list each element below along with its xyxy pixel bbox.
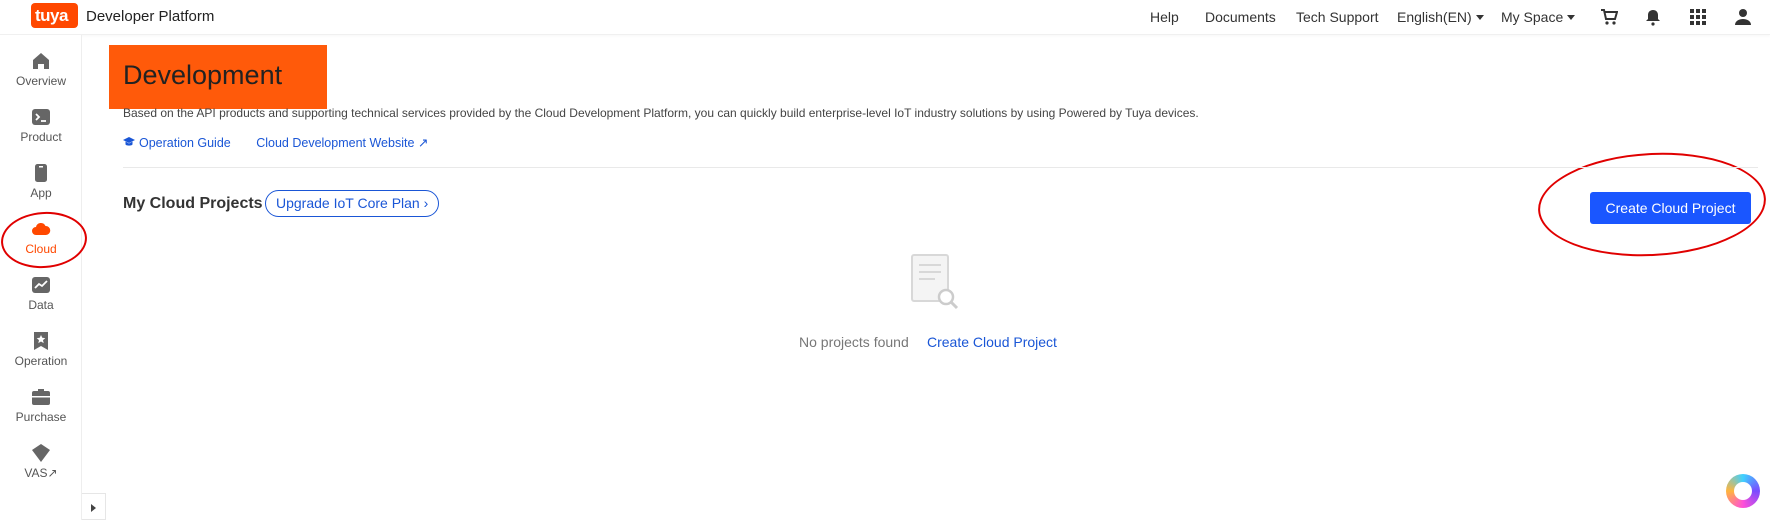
cart-icon[interactable] (1597, 5, 1621, 29)
cloud-website-label: Cloud Development Website (256, 136, 415, 150)
sidebar-item-label: App (30, 186, 52, 200)
sidebar-item-product[interactable]: Product (0, 107, 82, 159)
sidebar-item-label: Overview (15, 74, 66, 88)
language-select[interactable]: English(EN) (1397, 9, 1484, 25)
operation-guide-label: Operation Guide (139, 136, 231, 150)
bell-icon[interactable] (1641, 5, 1665, 29)
sidebar: Overview Product App Cloud Data Operatio… (0, 35, 82, 520)
sidebar-item-label: Operation (14, 354, 68, 368)
user-icon[interactable] (1731, 5, 1755, 29)
external-link-icon: ↗ (47, 466, 58, 480)
upgrade-plan-button[interactable]: Upgrade IoT Core Plan › (265, 190, 440, 217)
box-icon (32, 389, 50, 405)
my-space-menu[interactable]: My Space (1501, 9, 1576, 25)
sidebar-item-purchase[interactable]: Purchase (0, 387, 82, 439)
sidebar-item-vas[interactable]: VAS↗ (0, 443, 82, 495)
apps-grid-icon[interactable] (1686, 5, 1710, 29)
diamond-icon (32, 444, 50, 462)
logo-text: tuya (35, 6, 68, 25)
caret-down-icon (1567, 15, 1576, 20)
sidebar-item-label: VAS (24, 466, 48, 480)
external-link-icon: ↗ (417, 136, 429, 150)
cloud-website-link[interactable]: Cloud Development Website ↗ (256, 135, 428, 150)
page-title: Development (123, 60, 283, 90)
sidebar-item-label: Product (20, 130, 62, 144)
language-label: English(EN) (1397, 9, 1472, 25)
sidebar-collapse-toggle[interactable] (82, 493, 106, 520)
phone-icon (35, 164, 47, 182)
sidebar-item-operation[interactable]: Operation (0, 331, 82, 383)
chart-icon (32, 277, 50, 293)
operation-guide-link[interactable]: Operation Guide (123, 136, 231, 150)
empty-document-icon (911, 254, 959, 310)
section-divider (123, 167, 1758, 168)
nav-documents[interactable]: Documents (1205, 9, 1276, 25)
sidebar-item-label: Purchase (15, 410, 67, 424)
home-icon (33, 53, 49, 69)
my-space-label: My Space (1501, 9, 1564, 25)
sidebar-item-overview[interactable]: Overview (0, 51, 82, 103)
quick-links: Operation Guide Cloud Development Websit… (123, 135, 450, 150)
sidebar-item-app[interactable]: App (0, 163, 82, 215)
section-title: My Cloud Projects (123, 195, 263, 212)
create-cloud-project-button[interactable]: Create Cloud Project (1590, 192, 1751, 224)
empty-state-create-link[interactable]: Create Cloud Project (927, 334, 1057, 350)
tuya-logo[interactable]: tuya (31, 3, 78, 28)
chevron-right-icon: › (423, 195, 429, 211)
nav-help[interactable]: Help (1150, 9, 1179, 25)
caret-down-icon (1475, 15, 1484, 20)
brand-title: Developer Platform (86, 8, 215, 25)
star-badge-icon (34, 332, 48, 350)
sidebar-item-data[interactable]: Data (0, 275, 82, 327)
top-bar: tuya Developer Platform Help Documents T… (0, 0, 1770, 35)
terminal-icon (32, 109, 50, 125)
page-description: Based on the API products and supporting… (123, 106, 1199, 120)
sidebar-item-label: Data (28, 298, 54, 312)
sidebar-item-label-wrap: VAS↗ (0, 466, 82, 480)
nav-tech-support[interactable]: Tech Support (1296, 9, 1379, 25)
empty-state-text: No projects found (799, 334, 909, 350)
assistant-bubble-icon[interactable] (1726, 474, 1760, 508)
upgrade-plan-label: Upgrade IoT Core Plan (276, 195, 420, 211)
graduation-cap-icon (123, 137, 135, 146)
